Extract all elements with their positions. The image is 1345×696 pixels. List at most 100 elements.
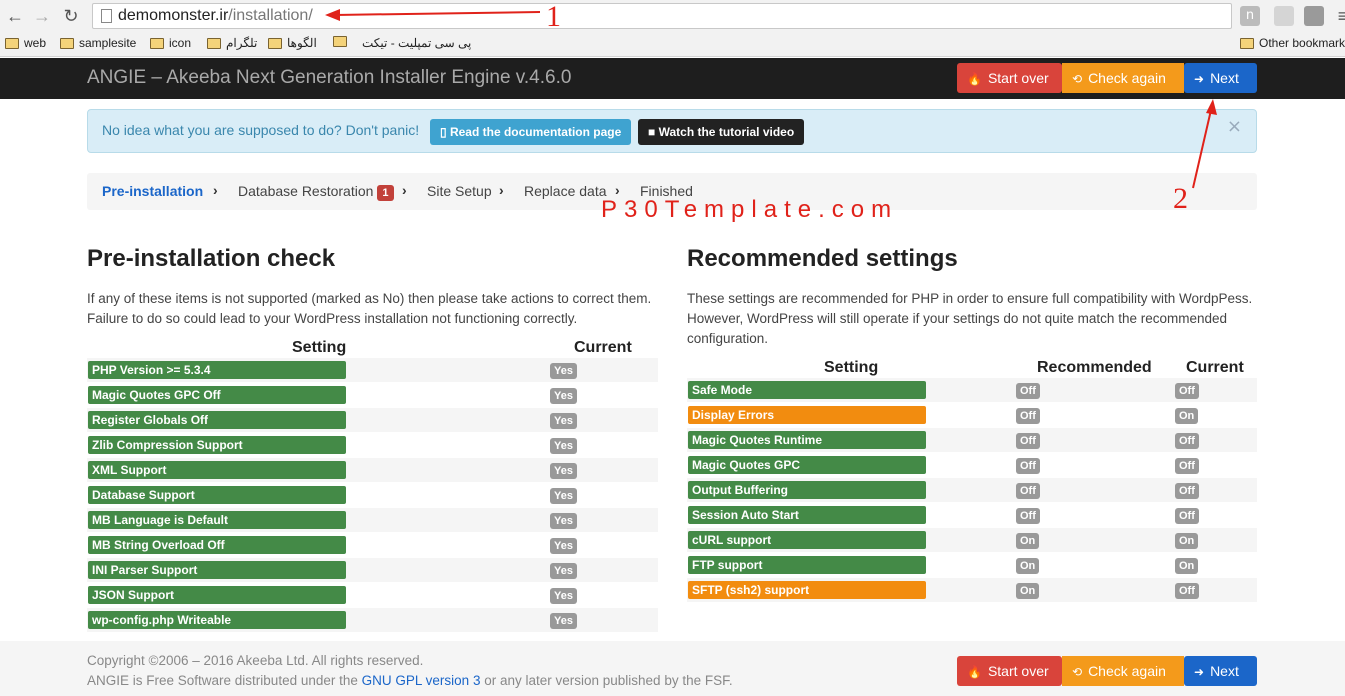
setting-label: XML Support	[88, 461, 346, 479]
folder-icon	[333, 36, 347, 47]
bookmark-telegram[interactable]: تلگرام	[207, 36, 257, 50]
fire-icon: 🔥	[967, 72, 982, 86]
bookmark-patterns[interactable]: الگوها	[268, 36, 317, 50]
bookmark-samplesite[interactable]: samplesite	[60, 36, 136, 50]
documentation-button[interactable]: ▯ Read the documentation page	[430, 119, 632, 145]
start-over-button[interactable]: 🔥 Start over	[957, 63, 1062, 93]
video-icon: ■	[648, 125, 659, 139]
other-bookmarks[interactable]: Other bookmarks	[1240, 36, 1345, 50]
folder-icon	[207, 37, 221, 49]
recommended-value: Off	[1016, 483, 1040, 499]
current-value: Off	[1175, 508, 1199, 524]
recommended-intro: These settings are recommended for PHP i…	[687, 291, 1253, 346]
check-again-button-footer[interactable]: ⟲ Check again	[1062, 656, 1184, 686]
recommended-value: Off	[1016, 408, 1040, 424]
browser-toolbar: ← → ↻ demomonster.ir/installation/ n ≡	[0, 0, 1345, 32]
current-value: On	[1175, 533, 1199, 549]
current-value: Off	[1175, 383, 1199, 399]
book-icon: ▯	[440, 125, 450, 139]
table-row: INI Parser Support Yes	[87, 558, 658, 582]
table-row: cURL support On On	[687, 528, 1257, 552]
current-value: Yes	[550, 363, 577, 379]
watermark: P30Template.com	[601, 196, 899, 223]
extension-icon[interactable]	[1274, 6, 1294, 26]
breadcrumb-step[interactable]: Pre-installation	[102, 183, 203, 199]
table-row: Safe Mode Off Off	[687, 378, 1257, 402]
breadcrumb-step[interactable]: Replace data	[524, 183, 607, 199]
recommended-value: Off	[1016, 458, 1040, 474]
setting-label: PHP Version >= 5.3.4	[88, 361, 346, 379]
folder-icon	[5, 37, 19, 49]
current-value: Yes	[550, 563, 577, 579]
current-value: Off	[1175, 433, 1199, 449]
table-row: Output Buffering Off Off	[687, 478, 1257, 502]
breadcrumb-step[interactable]: Site Setup	[427, 183, 492, 199]
current-value: Yes	[550, 613, 577, 629]
table-row: Magic Quotes GPC Off Yes	[87, 383, 658, 407]
setting-label: Display Errors	[688, 406, 926, 424]
setting-label: INI Parser Support	[88, 561, 346, 579]
bookmark-empty[interactable]	[333, 36, 352, 47]
refresh-icon: ⟲	[1072, 665, 1083, 679]
bookmark-p30template[interactable]: پی سی تمپلیت - تیکت	[362, 36, 471, 50]
back-icon[interactable]: ←	[4, 5, 26, 27]
folder-icon	[150, 37, 164, 49]
table-row: JSON Support Yes	[87, 583, 658, 607]
setting-label: JSON Support	[88, 586, 346, 604]
table-row: wp-config.php Writeable Yes	[87, 608, 658, 632]
reload-icon[interactable]: ↻	[60, 5, 82, 27]
current-value: Yes	[550, 463, 577, 479]
recommended-col-recommended: Recommended	[1037, 359, 1152, 376]
arrow-right-icon: ➜	[1194, 72, 1205, 86]
table-row: Zlib Compression Support Yes	[87, 433, 658, 457]
setting-label: Session Auto Start	[688, 506, 926, 524]
fire-icon: 🔥	[967, 665, 982, 679]
current-value: Yes	[550, 538, 577, 554]
current-value: Yes	[550, 388, 577, 404]
address-bar[interactable]: demomonster.ir/installation/	[92, 3, 1232, 29]
setting-label: FTP support	[688, 556, 926, 574]
forward-icon[interactable]: →	[31, 5, 53, 27]
next-button-footer[interactable]: ➜ Next	[1184, 656, 1257, 686]
warning-badge: 1	[377, 185, 394, 201]
url-text: demomonster.ir/installation/	[118, 7, 313, 24]
annotation-number-2: 2	[1173, 182, 1188, 215]
check-again-button[interactable]: ⟲ Check again	[1062, 63, 1184, 93]
help-alert: No idea what you are supposed to do? Don…	[87, 109, 1257, 153]
setting-label: MB String Overload Off	[88, 536, 346, 554]
gpl-link[interactable]: GNU GPL version 3	[362, 673, 481, 688]
chevron-right-icon: ›	[213, 182, 218, 198]
folder-icon	[268, 37, 282, 49]
recommended-value: Off	[1016, 508, 1040, 524]
alert-text: No idea what you are supposed to do? Don…	[102, 122, 420, 138]
camera-icon[interactable]	[1304, 6, 1324, 26]
recommended-value: Off	[1016, 383, 1040, 399]
close-icon[interactable]: ×	[1227, 116, 1242, 137]
extension-n-icon[interactable]: n	[1240, 6, 1260, 26]
setting-label: SFTP (ssh2) support	[688, 581, 926, 599]
recommended-col-current: Current	[1186, 359, 1244, 376]
recommended-title: Recommended settings	[687, 245, 958, 272]
setting-label: cURL support	[688, 531, 926, 549]
table-row: MB Language is Default Yes	[87, 508, 658, 532]
tutorial-video-button[interactable]: ■ Watch the tutorial video	[638, 119, 805, 145]
recommended-value: On	[1016, 558, 1040, 574]
current-value: Yes	[550, 513, 577, 529]
arrow-right-icon: ➜	[1194, 665, 1205, 679]
license-text: ANGIE is Free Software distributed under…	[87, 673, 733, 688]
setting-label: Zlib Compression Support	[88, 436, 346, 454]
table-row: Register Globals Off Yes	[87, 408, 658, 432]
next-button[interactable]: ➜ Next	[1184, 63, 1257, 93]
start-over-button-footer[interactable]: 🔥 Start over	[957, 656, 1062, 686]
table-row: Magic Quotes GPC Off Off	[687, 453, 1257, 477]
bookmark-icon[interactable]: icon	[150, 36, 191, 50]
copyright-text: Copyright ©2006 – 2016 Akeeba Ltd. All r…	[87, 653, 424, 668]
breadcrumb-step[interactable]: Database Restoration 1	[238, 183, 394, 201]
bookmark-web[interactable]: web	[5, 36, 46, 50]
table-row: Magic Quotes Runtime Off Off	[687, 428, 1257, 452]
recommended-value: On	[1016, 583, 1040, 599]
menu-icon[interactable]: ≡	[1332, 5, 1345, 27]
setting-label: MB Language is Default	[88, 511, 346, 529]
folder-icon	[1240, 37, 1254, 49]
recommended-col-setting: Setting	[824, 359, 879, 376]
